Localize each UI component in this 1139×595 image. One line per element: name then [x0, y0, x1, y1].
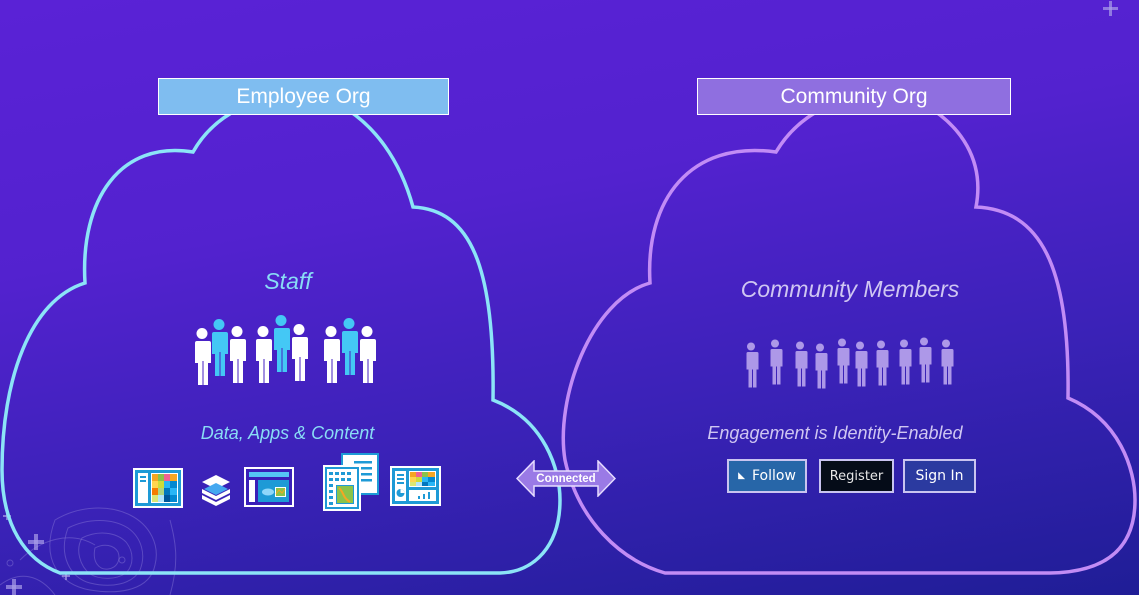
documents-table-icon: [323, 453, 379, 511]
staff-people-icon: [195, 315, 376, 385]
connected-label: Connected: [536, 472, 596, 485]
rss-icon: ◣: [738, 471, 745, 481]
engagement-subheading: Engagement is Identity-Enabled: [707, 423, 963, 443]
layers-icon: [202, 475, 230, 506]
community-org-label: Community Org: [697, 78, 1011, 115]
employee-org-label: Employee Org: [158, 78, 449, 115]
community-cloud-outline: [561, 93, 1137, 575]
data-apps-content-subheading: Data, Apps & Content: [200, 423, 375, 443]
staff-heading: Staff: [264, 268, 312, 294]
sign-in-button[interactable]: Sign In: [903, 459, 976, 493]
map-grid-app-icon: [133, 468, 183, 508]
connected-arrow: Connected: [515, 459, 617, 498]
follow-label: Follow: [752, 468, 796, 484]
dashboard-icon: [390, 466, 441, 506]
community-members-icon: [745, 337, 954, 389]
web-app-icon: [244, 467, 294, 507]
follow-button[interactable]: ◣ Follow: [727, 459, 807, 493]
register-button[interactable]: Register: [819, 459, 894, 493]
community-members-heading: Community Members: [740, 276, 960, 302]
